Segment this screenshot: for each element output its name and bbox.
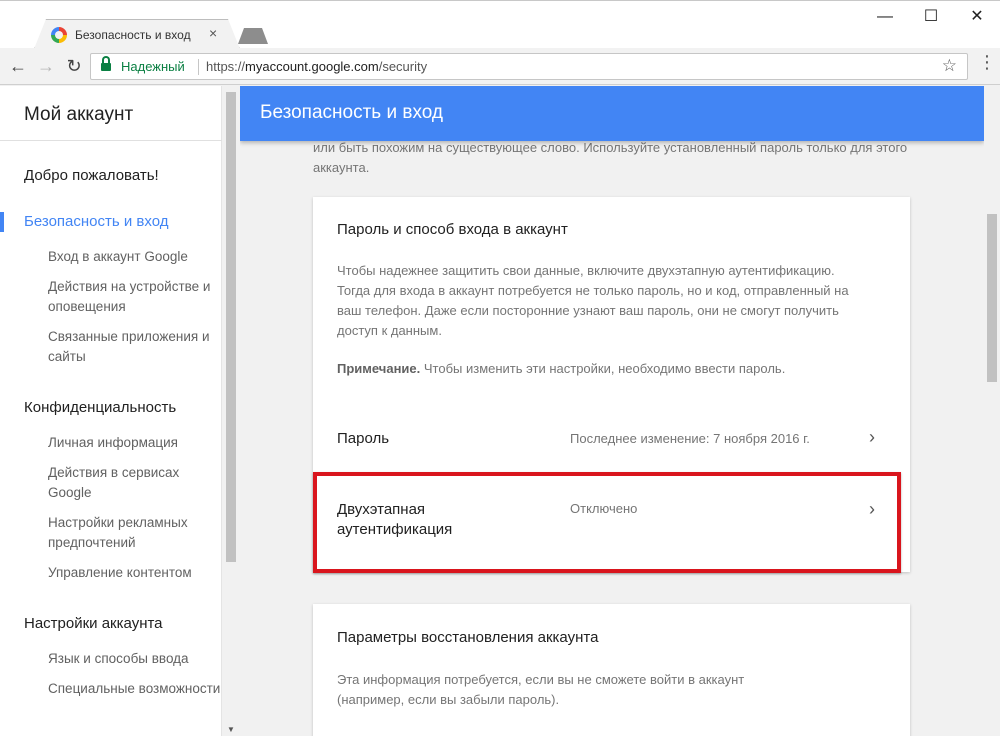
main-content: Безопасность и вход или быть похожим на … — [240, 86, 984, 736]
bookmark-star-icon[interactable]: ☆ — [942, 56, 957, 76]
password-row[interactable]: Пароль Последнее изменение: 7 ноября 201… — [313, 409, 910, 489]
new-tab-button[interactable] — [238, 28, 268, 44]
sidebar-item-welcome[interactable]: Добро пожаловать! — [24, 167, 159, 184]
password-hint-text: или быть похожим на существующее слово. … — [313, 140, 908, 175]
two-step-row-label: Двухэтапная аутентификация — [337, 501, 453, 538]
chevron-right-icon: › — [869, 427, 875, 447]
lock-icon — [101, 56, 111, 71]
main-scrollbar[interactable] — [984, 86, 1000, 736]
sidebar-scrollbar[interactable]: ▼ — [224, 86, 238, 736]
sidebar-item-language[interactable]: Язык и способы ввода — [48, 649, 222, 669]
page-title: Безопасность и вход — [260, 102, 443, 123]
close-window-button[interactable]: ✕ — [962, 5, 992, 29]
recovery-card-description: Эта информация потребуется, если вы не с… — [337, 672, 745, 707]
sidebar-item-signin[interactable]: Вход в аккаунт Google — [48, 247, 222, 267]
address-bar[interactable]: Надежный https://myaccount.google.com/se… — [90, 53, 968, 80]
two-step-row-value: Отключено — [570, 501, 638, 516]
sidebar-scroll-thumb[interactable] — [226, 92, 236, 562]
forward-icon[interactable]: → — [34, 54, 58, 78]
browser-tab[interactable]: Безопасность и вход × — [34, 19, 240, 49]
sidebar: Мой аккаунт Добро пожаловать! Безопаснос… — [0, 86, 222, 736]
sidebar-item-security[interactable]: Безопасность и вход — [24, 213, 168, 230]
card-description: Чтобы надежнее защитить свои данные, вкл… — [337, 263, 849, 338]
page-header: Безопасность и вход — [240, 86, 984, 141]
sidebar-item-activity-controls[interactable]: Действия в сервисах Google — [48, 463, 222, 503]
sidebar-item-ads-settings[interactable]: Настройки рекламных предпочтений — [48, 513, 222, 553]
scroll-down-arrow-icon[interactable]: ▼ — [227, 725, 235, 734]
back-icon[interactable]: ← — [6, 54, 30, 78]
secure-label: Надежный — [121, 59, 185, 74]
maximize-button[interactable]: ☐ — [916, 5, 946, 29]
two-step-row[interactable]: Двухэтапная аутентификация Отключено › — [313, 489, 910, 572]
sidebar-item-privacy[interactable]: Конфиденциальность — [24, 399, 176, 416]
sidebar-item-account-settings[interactable]: Настройки аккаунта — [24, 615, 163, 632]
signin-card: Пароль и способ входа в аккаунт Чтобы на… — [313, 197, 910, 572]
sidebar-item-connected-apps[interactable]: Связанные приложения и сайты — [48, 327, 222, 367]
address-divider — [198, 59, 199, 75]
browser-titlebar: Безопасность и вход × — ☐ ✕ — [0, 0, 1000, 49]
recovery-card: Параметры восстановления аккаунта Эта ин… — [313, 604, 910, 736]
sidebar-title: Мой аккаунт — [24, 104, 134, 125]
main-scroll-thumb[interactable] — [987, 214, 997, 382]
chevron-right-icon: › — [869, 499, 875, 519]
minimize-button[interactable]: — — [870, 5, 900, 29]
tab-close-icon[interactable]: × — [209, 25, 217, 41]
password-row-label: Пароль — [337, 430, 390, 447]
sidebar-item-content-control[interactable]: Управление контентом — [48, 563, 222, 583]
google-favicon-icon — [51, 27, 67, 43]
sidebar-header: Мой аккаунт — [0, 86, 222, 141]
card-title: Пароль и способ входа в аккаунт — [337, 221, 568, 238]
recovery-card-title: Параметры восстановления аккаунта — [337, 629, 599, 646]
password-row-value: Последнее изменение: 7 ноября 2016 г. — [570, 431, 810, 446]
browser-toolbar: ← → ↻ Надежный https://myaccount.google.… — [0, 48, 1000, 85]
url-text: https://myaccount.google.com/security — [206, 59, 428, 74]
active-indicator — [0, 212, 4, 232]
reload-icon[interactable]: ↻ — [62, 54, 86, 78]
sidebar-item-accessibility[interactable]: Специальные возможности — [48, 679, 222, 699]
browser-menu-icon[interactable]: ⋮ — [978, 53, 996, 71]
sidebar-item-device-activity[interactable]: Действия на устройстве и оповещения — [48, 277, 222, 317]
card-note: Примечание. Чтобы изменить эти настройки… — [337, 361, 786, 376]
tab-title: Безопасность и вход — [75, 28, 191, 42]
sidebar-item-personal-info[interactable]: Личная информация — [48, 433, 222, 453]
